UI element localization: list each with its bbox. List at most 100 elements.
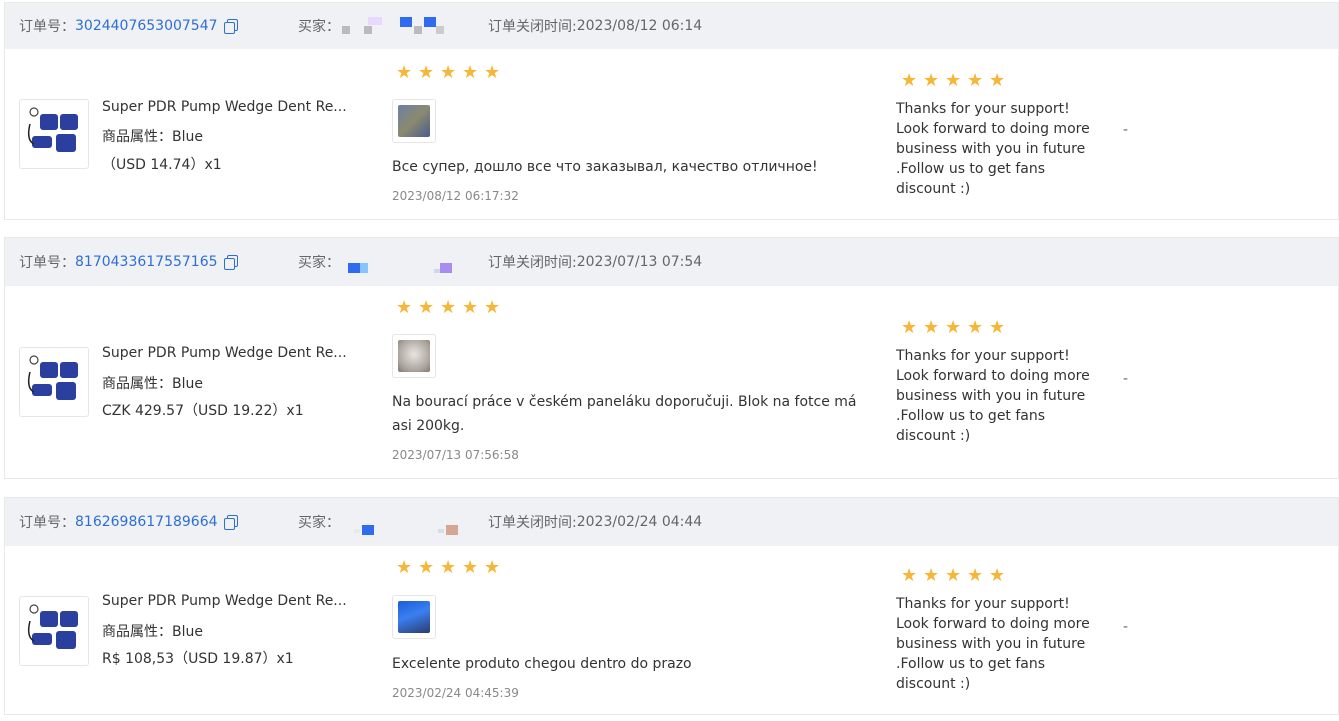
review-text: Все супер, дошло все что заказывал, каче… [392, 159, 818, 175]
seller-rating-stars: ★ ★ ★ ★ ★ [901, 72, 1007, 90]
attr-value: Blue [172, 376, 203, 392]
product-price: CZK 429.57（USD 19.22）x1 [102, 403, 304, 419]
buyer-label: 买家： [298, 515, 340, 531]
buyer-label: 买家： [298, 19, 340, 35]
action-placeholder: - [1123, 619, 1129, 635]
star-icon: ★ [462, 62, 479, 83]
order-no-label: 订单号： [19, 19, 75, 35]
star-icon: ★ [440, 297, 457, 318]
order-card: 订单号： 3024407653007547 买家： 订单关闭时间: 2023/08… [4, 2, 1339, 220]
review-text: Excelente produto chegou dentro do prazo [392, 656, 692, 672]
product-title[interactable]: Super PDR Pump Wedge Dent Re... [102, 593, 358, 609]
star-icon: ★ [989, 70, 1006, 91]
review-time: 2023/02/24 04:45:39 [392, 686, 519, 700]
star-icon: ★ [945, 565, 962, 586]
product-attribute: 商品属性：Blue [102, 126, 203, 146]
star-icon: ★ [440, 62, 457, 83]
review-photo[interactable] [392, 99, 436, 143]
buyer: 买家： [298, 238, 452, 286]
review-time: 2023/08/12 06:17:32 [392, 189, 519, 203]
copy-icon[interactable] [223, 255, 238, 270]
review-photo[interactable] [392, 595, 436, 639]
close-time: 订单关闭时间: 2023/08/12 06:14 [488, 3, 702, 49]
action-placeholder: - [1123, 122, 1129, 138]
attr-label: 商品属性： [102, 376, 172, 392]
star-icon: ★ [418, 297, 435, 318]
buyer-label: 买家： [298, 255, 340, 271]
order-no-label: 订单号： [19, 255, 75, 271]
buyer: 买家： [298, 3, 452, 49]
star-icon: ★ [440, 557, 457, 578]
star-icon: ★ [923, 70, 940, 91]
review-time: 2023/07/13 07:56:58 [392, 448, 519, 462]
buyer-name-masked [342, 507, 458, 537]
buyer-rating-stars: ★ ★ ★ ★ ★ [396, 299, 502, 317]
product-title[interactable]: Super PDR Pump Wedge Dent Re... [102, 345, 358, 361]
close-time-label: 订单关闭时间: [488, 19, 577, 35]
product-thumbnail[interactable] [19, 99, 89, 169]
copy-icon[interactable] [223, 19, 238, 34]
attr-label: 商品属性： [102, 129, 172, 145]
star-icon: ★ [967, 70, 984, 91]
buyer-name-masked [342, 11, 452, 41]
close-time-label: 订单关闭时间: [488, 515, 577, 531]
seller-rating-stars: ★ ★ ★ ★ ★ [901, 567, 1007, 585]
attr-value: Blue [172, 129, 203, 145]
close-time-value: 2023/02/24 04:44 [576, 514, 703, 530]
close-time: 订单关闭时间: 2023/02/24 04:44 [488, 498, 702, 546]
order-number-link[interactable]: 8170433617557165 [75, 254, 218, 270]
star-icon: ★ [396, 62, 413, 83]
order-header: 订单号： 8162698617189664 买家： 订单关闭时间: 2023/02… [5, 498, 1338, 546]
star-icon: ★ [967, 317, 984, 338]
star-icon: ★ [484, 297, 501, 318]
order-number-link[interactable]: 8162698617189664 [75, 514, 218, 530]
order-card: 订单号： 8170433617557165 买家： 订单关闭时间: 2023/07… [4, 237, 1339, 479]
buyer-name-masked [342, 247, 452, 277]
star-icon: ★ [945, 317, 962, 338]
star-icon: ★ [396, 297, 413, 318]
buyer-rating-stars: ★ ★ ★ ★ ★ [396, 64, 502, 82]
star-icon: ★ [923, 317, 940, 338]
product-price: R$ 108,53（USD 19.87）x1 [102, 651, 294, 667]
star-icon: ★ [901, 70, 918, 91]
action-placeholder: - [1123, 371, 1129, 387]
product-attribute: 商品属性：Blue [102, 373, 203, 393]
star-icon: ★ [418, 557, 435, 578]
buyer: 买家： [298, 498, 458, 546]
attr-label: 商品属性： [102, 624, 172, 640]
star-icon: ★ [901, 565, 918, 586]
attr-value: Blue [172, 624, 203, 640]
order-card: 订单号： 8162698617189664 买家： 订单关闭时间: 2023/02… [4, 497, 1339, 715]
product-thumbnail[interactable] [19, 596, 89, 666]
star-icon: ★ [418, 62, 435, 83]
star-icon: ★ [901, 317, 918, 338]
seller-reply: Thanks for your support! Look forward to… [896, 596, 1090, 692]
product-thumbnail[interactable] [19, 347, 89, 417]
star-icon: ★ [396, 557, 413, 578]
order-header: 订单号： 3024407653007547 买家： 订单关闭时间: 2023/08… [5, 3, 1338, 49]
seller-reply: Thanks for your support! Look forward to… [896, 348, 1090, 444]
review-text: Na bourací práce v českém paneláku dopor… [392, 394, 857, 434]
seller-rating-stars: ★ ★ ★ ★ ★ [901, 319, 1007, 337]
seller-reply: Thanks for your support! Look forward to… [896, 101, 1090, 197]
close-time-value: 2023/07/13 07:54 [576, 254, 703, 270]
order-no-label: 订单号： [19, 515, 75, 531]
close-time-label: 订单关闭时间: [488, 255, 577, 271]
close-time: 订单关闭时间: 2023/07/13 07:54 [488, 238, 702, 286]
close-time-value: 2023/08/12 06:14 [576, 18, 703, 34]
order-header: 订单号： 8170433617557165 买家： 订单关闭时间: 2023/07… [5, 238, 1338, 286]
product-attribute: 商品属性：Blue [102, 621, 203, 641]
product-price: （USD 14.74）x1 [102, 157, 222, 173]
star-icon: ★ [462, 557, 479, 578]
review-photo[interactable] [392, 334, 436, 378]
star-icon: ★ [923, 565, 940, 586]
star-icon: ★ [989, 565, 1006, 586]
copy-icon[interactable] [223, 515, 238, 530]
star-icon: ★ [989, 317, 1006, 338]
product-title[interactable]: Super PDR Pump Wedge Dent Re... [102, 99, 358, 115]
order-number-link[interactable]: 3024407653007547 [75, 18, 218, 34]
star-icon: ★ [945, 70, 962, 91]
star-icon: ★ [484, 62, 501, 83]
star-icon: ★ [967, 565, 984, 586]
star-icon: ★ [462, 297, 479, 318]
